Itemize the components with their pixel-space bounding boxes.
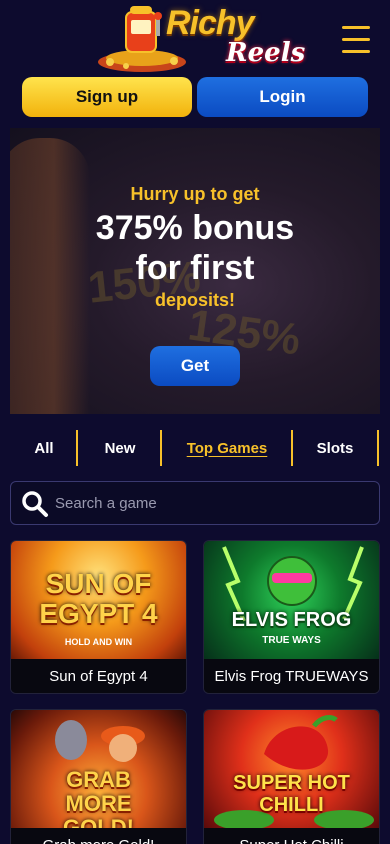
game-art-subtitle: TRUE WAYS [262, 635, 321, 646]
game-thumbnail[interactable]: GRAB MORE GOLD! [11, 710, 186, 828]
tab-divider [291, 430, 293, 466]
game-thumbnail[interactable]: SUN OF EGYPT 4 HOLD AND WIN [11, 541, 186, 659]
game-art-subtitle: HOLD AND WIN [64, 637, 133, 647]
game-art-title: ELVIS FROG [231, 609, 352, 631]
game-title: Grab more Gold! [11, 828, 186, 844]
sign-up-button[interactable]: Sign up [22, 77, 192, 117]
game-card-grab-more-gold[interactable]: GRAB MORE GOLD! Grab more Gold! [10, 709, 187, 844]
game-thumbnail[interactable]: SUPER HOT CHILLI [204, 710, 379, 828]
game-card-elvis-frog-trueways[interactable]: ELVIS FROG TRUE WAYS Elvis Frog TRUEWAYS [203, 540, 380, 694]
login-button[interactable]: Login [197, 77, 368, 117]
promo-banner: 150% 125% Hurry up to get 375% bonus for… [10, 128, 380, 414]
promo-headline-tail: deposits! [154, 290, 235, 310]
search-icon[interactable] [21, 490, 49, 518]
tab-all[interactable]: All [16, 430, 72, 466]
search-bar [10, 481, 380, 525]
get-bonus-button[interactable]: Get [150, 346, 240, 386]
game-title: Sun of Egypt 4 [11, 659, 186, 693]
promo-headline-main-2: for first [135, 249, 255, 287]
game-art-title: SUN OF EGYPT 4 [39, 568, 158, 629]
game-art-title: SUPER HOT CHILLI [233, 772, 350, 816]
game-thumbnail[interactable]: ELVIS FROG TRUE WAYS [204, 541, 379, 659]
header: Richy Reels [0, 0, 390, 76]
tab-divider [160, 430, 162, 466]
tab-top-games[interactable]: Top Games [166, 430, 288, 466]
richy-reels-logo[interactable]: Richy Reels [96, 4, 305, 72]
hamburger-menu-icon[interactable] [342, 26, 370, 58]
game-title: Elvis Frog TRUEWAYS [204, 659, 379, 693]
logo-text-reels: Reels [226, 38, 306, 68]
tab-divider [76, 430, 78, 466]
tab-new[interactable]: New [82, 430, 158, 466]
game-category-tabs: All New Top Games Slots [0, 430, 390, 466]
promo-headline-small: Hurry up to get [130, 184, 260, 204]
game-title: Super Hot Chilli [204, 828, 379, 844]
game-art-title: GRAB MORE GOLD! [63, 767, 134, 829]
tab-divider [377, 430, 379, 466]
tab-slots[interactable]: Slots [296, 430, 374, 466]
game-card-super-hot-chilli[interactable]: SUPER HOT CHILLI Super Hot Chilli [203, 709, 380, 844]
search-input[interactable] [55, 482, 371, 524]
game-card-sun-of-egypt-4[interactable]: SUN OF EGYPT 4 HOLD AND WIN Sun of Egypt… [10, 540, 187, 694]
promo-headline-main: 375% bonus [95, 209, 295, 247]
